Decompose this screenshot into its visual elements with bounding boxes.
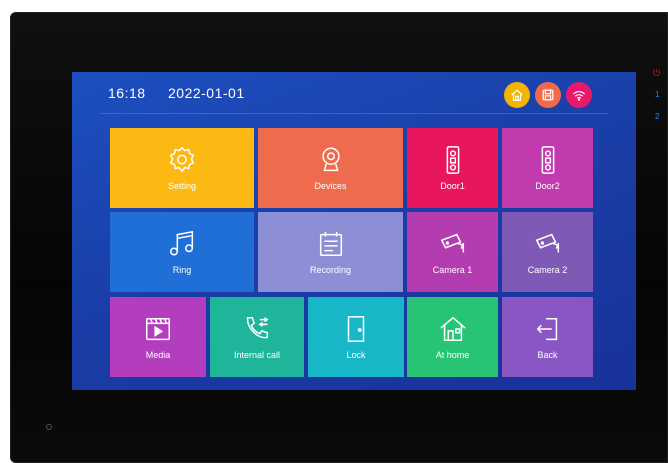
power-indicator: ⏻ [653, 68, 661, 78]
tile-label: Lock [346, 350, 366, 360]
tile-label: Camera 1 [432, 265, 473, 275]
tile-media[interactable]: Media [110, 297, 206, 377]
webcam-icon [316, 145, 346, 175]
tile-door1[interactable]: Door1 [407, 128, 498, 208]
camera-lens-dot [46, 424, 52, 430]
cctv-camera-icon [533, 229, 563, 259]
tile-lock[interactable]: Lock [308, 297, 404, 377]
tile-label: Back [537, 350, 558, 360]
media-player-icon [143, 314, 173, 344]
tile-setting[interactable]: Setting [110, 128, 254, 208]
tile-label: Media [145, 350, 171, 360]
home-mode-icon[interactable] [504, 82, 530, 108]
house-icon [438, 314, 468, 344]
tile-label: Recording [309, 265, 352, 275]
back-arrow-icon [533, 314, 563, 344]
tile-label: Door1 [440, 181, 465, 191]
intercom-monitor-device: 16:18 2022-01-01 Setting Devices Door1 D… [10, 12, 668, 463]
doorbell-icon [533, 145, 563, 175]
tile-label: Devices [314, 181, 347, 191]
calendar-icon [316, 229, 346, 259]
music-note-icon [167, 229, 197, 259]
tile-label: Ring [172, 265, 192, 275]
line-2-indicator: 2 [655, 112, 660, 121]
status-divider [100, 113, 608, 114]
doorbell-icon [438, 145, 468, 175]
tile-internal-call[interactable]: Internal call [210, 297, 304, 377]
line-1-indicator: 1 [655, 90, 660, 99]
tile-back[interactable]: Back [502, 297, 593, 377]
tile-door2[interactable]: Door2 [502, 128, 593, 208]
tile-label: At home [435, 350, 470, 360]
door-icon [341, 314, 371, 344]
wifi-icon[interactable] [566, 82, 592, 108]
cctv-camera-icon [438, 229, 468, 259]
clock-time: 16:18 [108, 85, 146, 101]
tile-label: Door2 [535, 181, 560, 191]
monitor-screen: 16:18 2022-01-01 Setting Devices Door1 D… [72, 72, 636, 390]
tile-at-home[interactable]: At home [407, 297, 498, 377]
tile-ring[interactable]: Ring [110, 212, 254, 292]
tile-camera1[interactable]: Camera 1 [407, 212, 498, 292]
clock-date: 2022-01-01 [168, 85, 245, 101]
tile-recording[interactable]: Recording [258, 212, 403, 292]
tile-devices[interactable]: Devices [258, 128, 403, 208]
tile-label: Setting [167, 181, 197, 191]
save-icon[interactable] [535, 82, 561, 108]
status-bar: 16:18 2022-01-01 [72, 72, 636, 114]
tile-label: Camera 2 [527, 265, 568, 275]
gear-icon [167, 145, 197, 175]
tile-camera2[interactable]: Camera 2 [502, 212, 593, 292]
phone-call-icon [242, 314, 272, 344]
tile-label: Internal call [233, 350, 281, 360]
